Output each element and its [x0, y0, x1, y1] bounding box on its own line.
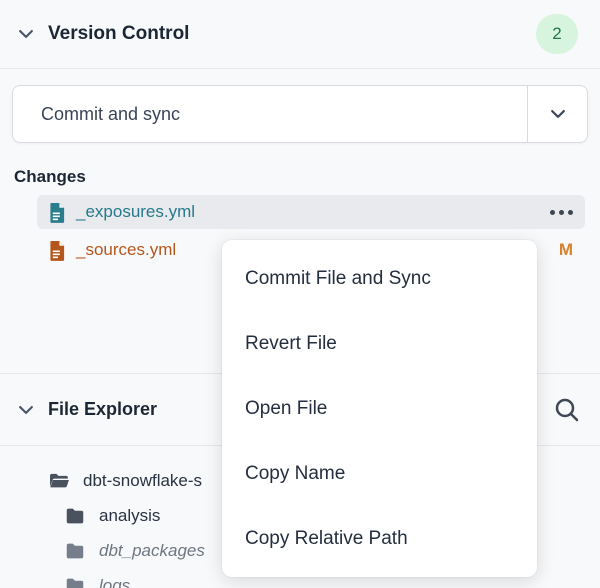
menu-item-copy-name[interactable]: Copy Name: [222, 441, 537, 506]
yml-file-icon: [49, 202, 66, 223]
row-actions-ellipsis-button[interactable]: [550, 206, 573, 219]
tree-item-label: analysis: [99, 506, 160, 526]
commit-action-dropdown[interactable]: Commit and sync: [12, 85, 588, 143]
chevron-down-icon[interactable]: [16, 24, 36, 44]
folder-icon: [64, 505, 86, 527]
folder-icon: [64, 575, 86, 588]
menu-item-commit-file-and-sync[interactable]: Commit File and Sync: [222, 246, 537, 311]
file-explorer-title: File Explorer: [48, 399, 157, 420]
folder-open-icon: [48, 470, 70, 492]
change-file-name: _exposures.yml: [76, 202, 195, 222]
tree-item-label: dbt_packages: [99, 541, 205, 561]
folder-icon: [64, 540, 86, 562]
chevron-down-icon[interactable]: [16, 400, 36, 420]
menu-item-revert-file[interactable]: Revert File: [222, 311, 537, 376]
tree-item-label: logs: [99, 576, 130, 588]
menu-item-open-file[interactable]: Open File: [222, 376, 537, 441]
change-file-name: _sources.yml: [76, 240, 176, 260]
modified-status-badge: M: [559, 240, 573, 260]
file-context-menu: Commit File and Sync Revert File Open Fi…: [222, 240, 537, 577]
divider: [0, 68, 600, 69]
changes-section-label: Changes: [14, 167, 600, 187]
yml-file-icon: [49, 240, 66, 261]
menu-item-copy-relative-path[interactable]: Copy Relative Path: [222, 506, 537, 571]
search-icon: [553, 396, 581, 424]
commit-action-label[interactable]: Commit and sync: [13, 86, 527, 142]
search-button[interactable]: [552, 395, 582, 425]
version-control-header[interactable]: Version Control 2: [0, 0, 600, 68]
change-row-exposures[interactable]: _exposures.yml: [37, 195, 585, 229]
sidebar-panel: Version Control 2 Commit and sync Change…: [0, 0, 600, 588]
version-control-title: Version Control: [48, 23, 189, 45]
commit-action-caret-button[interactable]: [527, 86, 587, 142]
chevron-down-icon: [548, 104, 568, 124]
tree-item-label: dbt-snowflake-s: [83, 471, 202, 491]
changes-count-badge: 2: [536, 14, 578, 54]
